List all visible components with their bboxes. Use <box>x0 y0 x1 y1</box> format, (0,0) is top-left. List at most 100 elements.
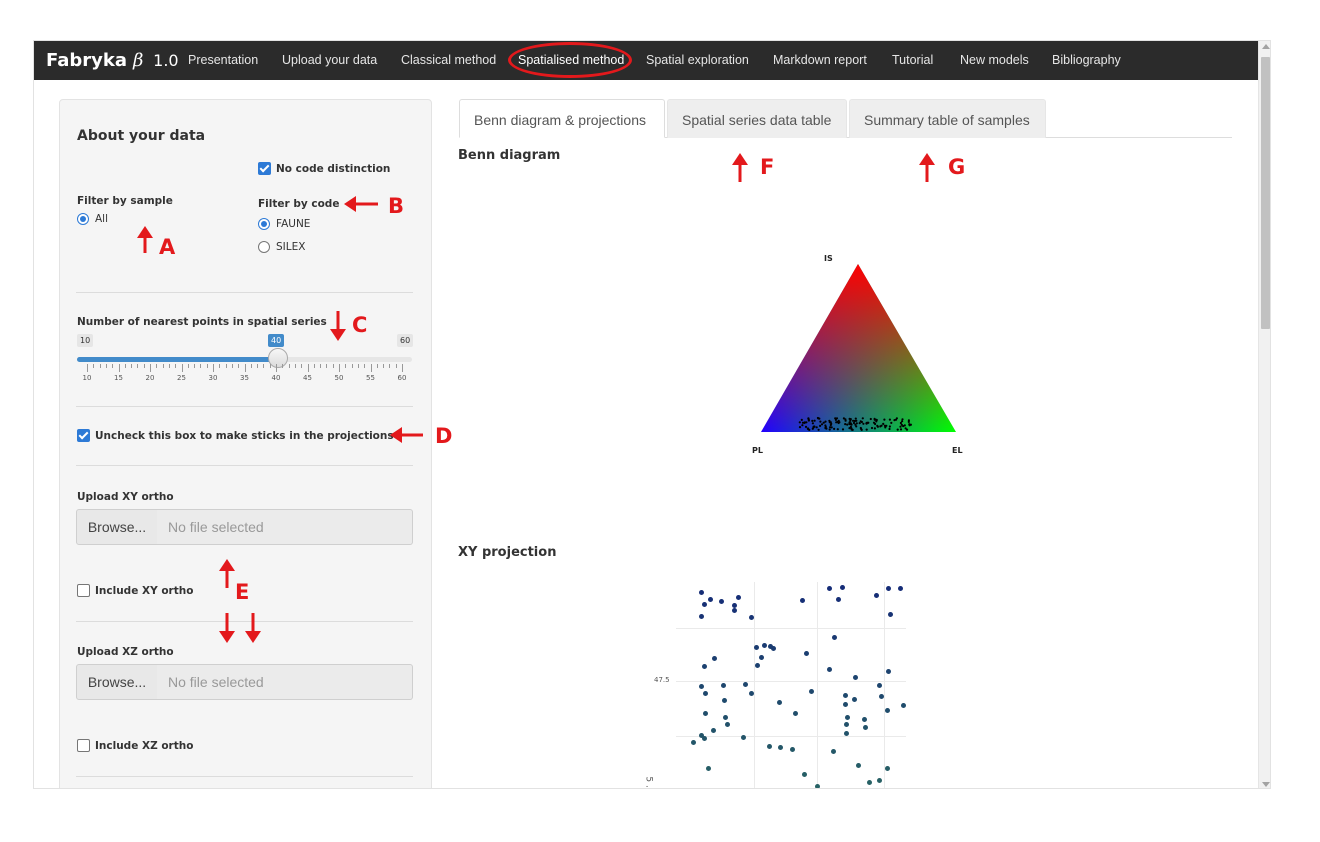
nav-tutorial[interactable]: Tutorial <box>892 41 933 80</box>
xy-point <box>735 594 741 600</box>
brand[interactable]: Fabryka β 1.0 <box>46 41 179 80</box>
include-xz-checkbox[interactable] <box>77 739 90 752</box>
xy-tick-label: 47.5 <box>654 676 670 684</box>
slider-handle[interactable] <box>268 348 288 368</box>
tab-spatial-series[interactable]: Spatial series data table <box>667 99 847 138</box>
slider-track[interactable] <box>77 357 412 362</box>
benn-diagram-title: Benn diagram <box>458 148 561 163</box>
ternary-point <box>804 425 808 428</box>
include-xz-label: Include XZ ortho <box>95 740 194 752</box>
slider-tick-label: 30 <box>208 374 218 382</box>
xy-point <box>831 635 837 641</box>
xy-point <box>761 643 767 649</box>
ternary-point <box>852 421 856 425</box>
scroll-thumb[interactable] <box>1261 57 1270 329</box>
nav-upload-data[interactable]: Upload your data <box>282 41 377 80</box>
nav-bibliography[interactable]: Bibliography <box>1052 41 1121 80</box>
slider-fill <box>77 357 278 362</box>
slider-minor-tick <box>376 364 378 368</box>
annotation-e: E <box>235 580 250 604</box>
gridline <box>676 681 906 682</box>
ternary-point <box>836 428 839 431</box>
scroll-down-icon[interactable] <box>1262 782 1270 787</box>
upload-xz-group: Browse... No file selected <box>76 664 413 700</box>
xy-point <box>804 651 810 657</box>
nav-spatial-exploration[interactable]: Spatial exploration <box>646 41 749 80</box>
slider-minor-tick <box>225 364 227 368</box>
xy-point <box>801 771 807 777</box>
upload-xy-browse-button[interactable]: Browse... <box>76 509 158 545</box>
annotation-a: A <box>159 235 176 259</box>
upload-xz-browse-button[interactable]: Browse... <box>76 664 158 700</box>
xy-point <box>843 721 849 727</box>
no-code-distinction-checkbox[interactable] <box>258 162 271 175</box>
slider-tick <box>307 364 309 372</box>
ternary-point <box>819 424 822 427</box>
slider-minor-tick <box>168 364 170 368</box>
ternary-point <box>811 422 814 425</box>
radio-all-label: All <box>95 213 109 225</box>
slider-minor-tick <box>345 364 347 368</box>
slider-minor-tick <box>200 364 202 368</box>
xy-point <box>711 727 717 733</box>
slider-minor-tick <box>131 364 133 368</box>
xy-point <box>777 699 783 705</box>
nav-presentation[interactable]: Presentation <box>188 41 258 80</box>
slider-minor-tick <box>219 364 221 368</box>
ternary-point <box>854 417 857 420</box>
upload-xz-file-field[interactable]: No file selected <box>157 664 413 700</box>
ternary-point <box>855 425 858 428</box>
tab-benn-diagram[interactable]: Benn diagram & projections <box>459 99 665 138</box>
xy-point <box>867 779 873 785</box>
xy-point <box>703 710 709 716</box>
slider-tick-label: 45 <box>303 374 312 382</box>
nav-new-models[interactable]: New models <box>960 41 1029 80</box>
radio-faune[interactable] <box>258 218 270 230</box>
slider-tick <box>244 364 246 372</box>
slider-tick-label: 35 <box>240 374 249 382</box>
xy-point <box>725 722 730 728</box>
sticks-checkbox[interactable] <box>77 429 90 442</box>
page-scrollbar[interactable] <box>1258 41 1270 788</box>
scroll-up-icon[interactable] <box>1262 44 1270 49</box>
xy-point <box>885 708 891 714</box>
slider-minor-tick <box>351 364 353 368</box>
tab-summary-samples[interactable]: Summary table of samples <box>849 99 1046 138</box>
include-xy-checkbox[interactable] <box>77 584 90 597</box>
slider-minor-tick <box>395 364 397 368</box>
radio-silex[interactable] <box>258 241 270 253</box>
upload-xy-file-field[interactable]: No file selected <box>157 509 413 545</box>
slider-tick-label: 20 <box>145 374 155 382</box>
ternary-point <box>813 419 816 422</box>
ternary-point <box>798 421 801 424</box>
slider-minor-tick <box>313 364 315 368</box>
slider-minor-tick <box>301 364 303 368</box>
ternary-point <box>848 421 851 424</box>
xy-point <box>843 702 849 708</box>
slider-value-label: 40 <box>268 334 285 347</box>
slider-minor-tick <box>269 364 271 368</box>
ternary-point <box>860 428 863 431</box>
ternary-point <box>869 417 872 421</box>
slider-tick-label: 15 <box>114 374 123 382</box>
xy-point <box>743 682 749 688</box>
ternary-point <box>873 418 876 421</box>
nav-classical-method[interactable]: Classical method <box>401 41 496 80</box>
divider <box>76 621 413 622</box>
slider-minor-tick <box>175 364 177 368</box>
ternary-point <box>870 426 874 430</box>
radio-all[interactable] <box>77 213 89 225</box>
ternary-point <box>903 424 906 427</box>
slider-minor-tick <box>194 364 196 368</box>
ternary-point <box>819 420 822 423</box>
ternary-point <box>908 424 911 427</box>
ternary-label-right: EL <box>952 446 963 455</box>
xy-point <box>732 602 737 608</box>
xy-point <box>701 663 707 669</box>
slider-tick-label: 25 <box>177 374 186 382</box>
nav-markdown-report[interactable]: Markdown report <box>773 41 867 80</box>
xy-point <box>873 592 879 598</box>
ternary-point <box>896 428 899 431</box>
slider-minor-tick <box>320 364 322 368</box>
xy-point <box>699 589 705 595</box>
